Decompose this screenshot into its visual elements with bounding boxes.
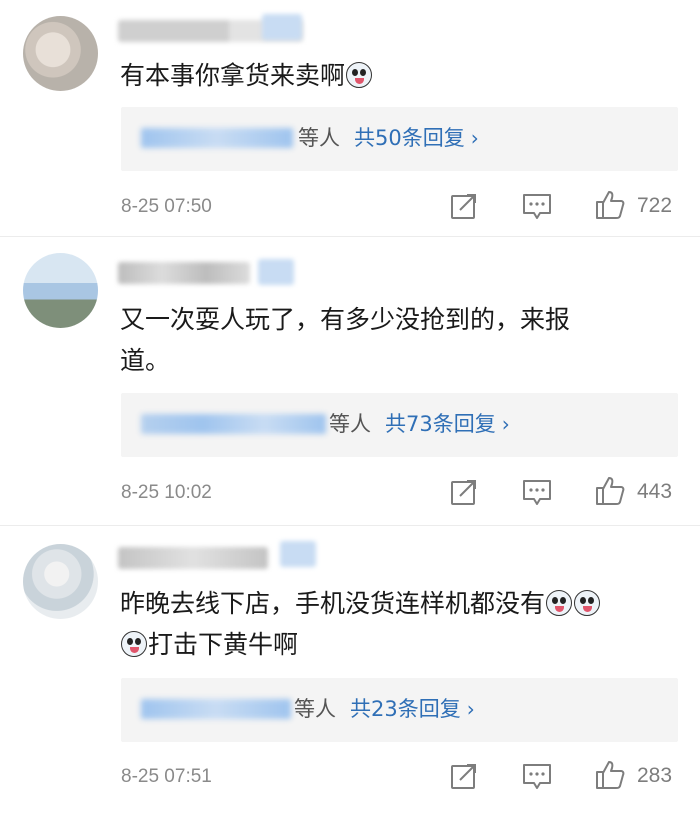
comment-item: 昨晚去线下店，手机没货连样机都没有 打击下黄牛啊 等人 共23条回复 › 8-25 … [0,526,700,821]
like-count: 443 [637,480,673,503]
reply-count-link[interactable]: 共73条回复 [385,412,496,436]
reply-count-link[interactable]: 共50条回复 [354,126,465,150]
avatar[interactable] [23,544,98,619]
reply-suffix: 等人 [329,412,371,436]
reply-usernames [141,414,326,434]
comment-text: 有本事你拿货来卖啊 [120,55,680,96]
like-count: 283 [637,764,673,787]
thumbs-up-icon[interactable] [594,475,626,507]
comment-icon[interactable] [522,193,552,221]
comment-icon[interactable] [522,479,552,507]
comment-item: 有本事你拿货来卖啊 等人 共50条回复 › 8-25 07:50 722 [0,0,700,235]
comment-time: 8-25 10:02 [121,482,212,503]
username[interactable] [118,547,268,569]
reply-count-link[interactable]: 共23条回复 [350,697,461,721]
comment-text: 又一次耍人玩了，有多少没抢到的，来报 道。 [120,305,571,375]
crying-emoji-icon [346,62,373,88]
comment-time: 8-25 07:51 [121,766,212,787]
chevron-right-icon[interactable]: › [471,126,479,150]
share-icon[interactable] [450,192,478,220]
chevron-right-icon[interactable]: › [502,412,510,436]
thumbs-up-icon[interactable] [594,189,626,221]
comment-icon[interactable] [522,763,552,791]
crying-emoji-icon [574,590,601,616]
crying-emoji-icon [121,631,147,657]
avatar[interactable] [23,253,98,328]
reply-preview[interactable]: 等人 共73条回复 › [121,393,678,457]
crying-emoji-icon [546,590,573,616]
username[interactable] [118,262,250,284]
reply-suffix: 等人 [294,697,336,721]
avatar[interactable] [23,16,98,91]
reply-usernames [141,128,293,148]
vip-badge [262,14,302,40]
comment-time: 8-25 07:50 [121,196,212,217]
share-icon[interactable] [450,478,478,506]
thumbs-up-icon[interactable] [594,759,626,791]
reply-usernames [141,699,291,719]
comment-text: 昨晚去线下店，手机没货连样机都没有 打击下黄牛啊 [120,583,680,665]
vip-badge [258,259,294,285]
chevron-right-icon[interactable]: › [467,697,475,721]
like-count: 722 [637,194,673,217]
reply-preview[interactable]: 等人 共50条回复 › [121,107,678,171]
vip-badge [280,541,316,567]
reply-suffix: 等人 [298,126,340,150]
comment-item: 又一次耍人玩了，有多少没抢到的，来报 道。 等人 共73条回复 › 8-25 10:… [0,237,700,525]
share-icon[interactable] [450,762,478,790]
reply-preview[interactable]: 等人 共23条回复 › [121,678,678,742]
